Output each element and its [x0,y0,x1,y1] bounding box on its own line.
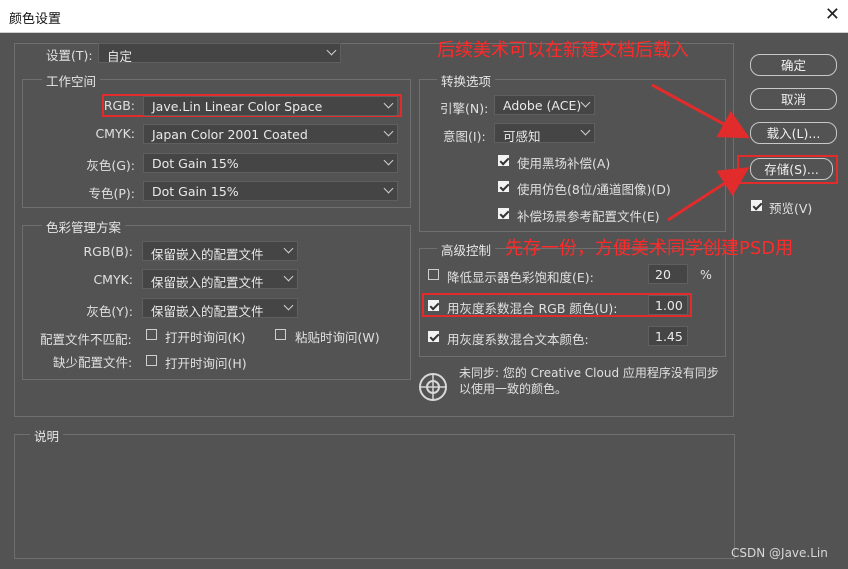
annotation-save-note: 先存一份，方便美术同学创建PSD用 [505,238,794,259]
arrow-to-save-button [667,167,750,222]
arrow-to-load-button [651,83,750,139]
watermark: CSDN @Jave.Lin [731,546,828,560]
annotation-load-note: 后续美术可以在新建文档后载入 [437,40,689,61]
annotation-arrows [651,83,750,222]
